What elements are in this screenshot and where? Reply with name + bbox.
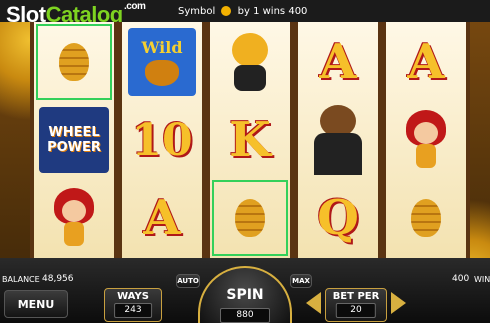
- win-line-amount: 400: [288, 6, 308, 17]
- symbol-wheel-power: WHEEL POWER: [36, 102, 112, 178]
- symbol-a: A: [143, 190, 181, 246]
- ways-panel: WAYS 243: [104, 288, 162, 322]
- honey-pot-icon: Wild: [128, 28, 196, 96]
- auto-button[interactable]: AUTO: [176, 274, 200, 288]
- reel-5: A: [386, 22, 466, 258]
- symbol-a: A: [319, 34, 357, 90]
- symbol-wild: Wild: [124, 24, 200, 100]
- bee-girl-icon: [402, 110, 450, 170]
- balance-value: 48,956: [42, 274, 74, 284]
- beehive-icon: [59, 43, 89, 81]
- reel-4: A Q: [298, 22, 378, 258]
- symbol-beehive: [36, 24, 112, 100]
- win-value: 400: [452, 274, 470, 284]
- spin-bet-value: 880: [220, 308, 270, 323]
- balance-label: BALANCE: [2, 275, 40, 284]
- beehive-icon: [411, 199, 441, 237]
- symbol-a: A: [407, 34, 445, 90]
- symbol-beehive: [212, 180, 288, 256]
- ways-value: 243: [114, 303, 152, 318]
- symbol-k: K: [229, 112, 271, 168]
- ways-label: WAYS: [117, 291, 149, 302]
- bee-mascot-icon: [220, 31, 280, 93]
- bee-symbol-icon: [221, 6, 232, 16]
- menu-button[interactable]: MENU: [4, 290, 68, 318]
- reel-1: WHEEL POWER: [34, 22, 114, 258]
- beehive-icon: [235, 199, 265, 237]
- bet-per-label: BET PER: [332, 291, 380, 302]
- chevron-right-icon[interactable]: [391, 292, 406, 314]
- wheel-power-icon: WHEEL POWER: [39, 107, 109, 173]
- symbol-bee-mascot: [212, 24, 288, 100]
- max-button[interactable]: MAX: [290, 274, 312, 288]
- symbol-10: 10: [131, 114, 193, 166]
- reel-area: WHEEL POWER Wild 10 A K A Q A: [30, 22, 470, 258]
- reel-3: K: [210, 22, 290, 258]
- bee-girl-icon: [50, 188, 98, 248]
- symbol-beehive: [388, 180, 464, 256]
- bet-per-value: 20: [335, 303, 377, 318]
- symbol-bee-girl: [36, 180, 112, 256]
- symbol-q: Q: [317, 190, 359, 246]
- symbol-bee-girl: [388, 102, 464, 178]
- chevron-left-icon[interactable]: [306, 292, 321, 314]
- reel-2: Wild 10 A: [122, 22, 202, 258]
- win-label: WIN: [474, 275, 490, 284]
- spin-label: SPIN: [226, 287, 264, 303]
- bear-waiter-icon: [310, 105, 366, 175]
- bet-per-panel: BET PER 20: [325, 288, 387, 322]
- win-line-text: Symbol by 1 wins 400: [178, 6, 308, 17]
- top-bar: SlotCatalog .com Symbol by 1 wins 400: [0, 0, 490, 27]
- symbol-bear: [300, 102, 376, 178]
